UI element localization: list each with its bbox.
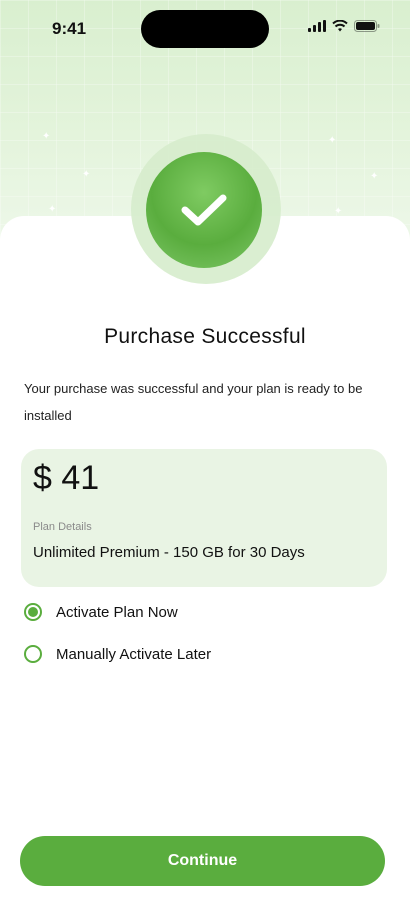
continue-button[interactable]: Continue — [20, 836, 385, 886]
option-label: Manually Activate Later — [56, 645, 212, 663]
sparkle-icon: ✦ — [42, 131, 51, 142]
sparkle-icon: ✦ — [328, 135, 337, 146]
battery-icon — [354, 20, 380, 32]
option-label: Activate Plan Now — [56, 603, 178, 621]
sparkle-icon: ✦ — [82, 169, 91, 180]
dynamic-island — [141, 10, 269, 48]
plan-details-value: Unlimited Premium - 150 GB for 30 Days — [33, 544, 305, 561]
plan-details-label: Plan Details — [33, 521, 92, 533]
signal-icon — [308, 20, 326, 32]
check-icon — [181, 194, 227, 226]
activate-later-option[interactable]: Manually Activate Later — [24, 645, 211, 663]
status-icons — [308, 20, 380, 32]
radio-selected-icon[interactable] — [24, 603, 42, 621]
status-time: 9:41 — [52, 19, 87, 38]
page-title: Purchase Successful — [104, 325, 306, 348]
plan-summary-card: $ 41 Plan Details Unlimited Premium - 15… — [21, 449, 387, 587]
sparkle-icon: ✦ — [48, 204, 57, 215]
wifi-icon — [332, 20, 348, 32]
success-description: Your purchase was successful and your pl… — [24, 381, 363, 423]
activate-now-option[interactable]: Activate Plan Now — [24, 603, 178, 621]
success-badge — [146, 152, 262, 268]
radio-unselected-icon[interactable] — [24, 645, 42, 663]
plan-price: $ 41 — [33, 459, 100, 497]
sparkle-icon: ✦ — [370, 171, 379, 182]
status-bar: 9:41 — [0, 0, 410, 58]
